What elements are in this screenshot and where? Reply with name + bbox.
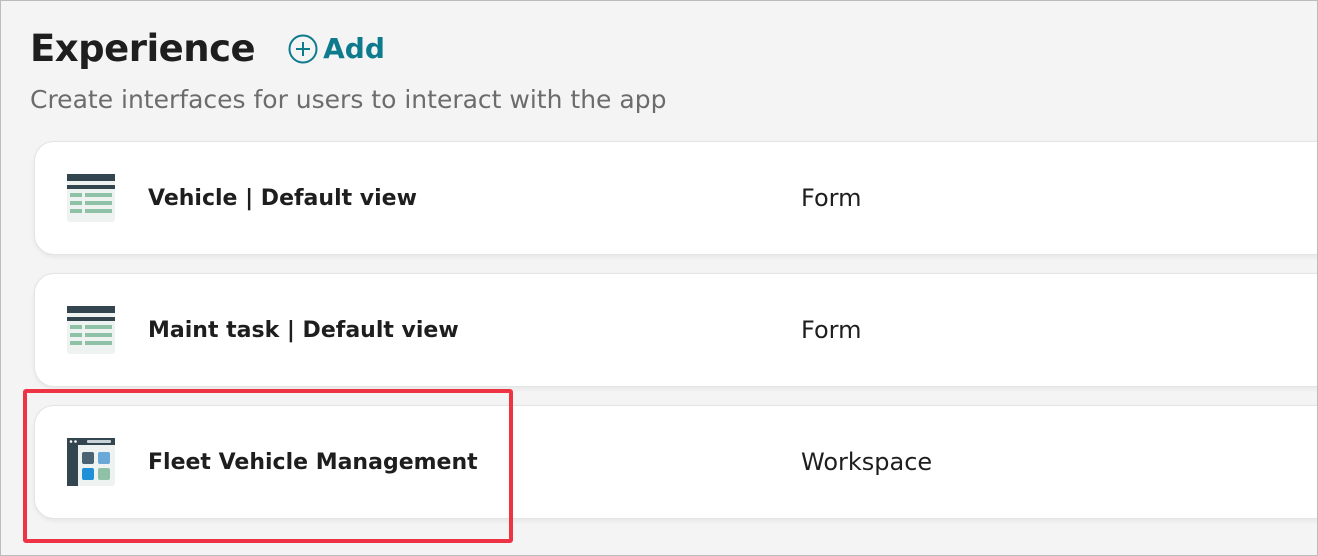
page-subtitle: Create interfaces for users to interact … <box>30 85 667 114</box>
plus-circle-icon <box>287 33 319 65</box>
experience-panel: Experience Add Create interfaces for use… <box>0 0 1318 556</box>
form-view-icon <box>67 306 115 354</box>
experience-type: Workspace <box>801 448 933 476</box>
experience-name: Vehicle | Default view <box>148 185 417 211</box>
experience-name: Fleet Vehicle Management <box>148 449 478 475</box>
page-title: Experience <box>30 27 256 70</box>
form-view-icon <box>67 174 115 222</box>
add-experience-button[interactable]: Add <box>287 32 385 65</box>
experience-card-maint-task[interactable]: Maint task | Default view Form <box>34 273 1317 387</box>
experience-type: Form <box>801 184 862 212</box>
experience-type: Form <box>801 316 862 344</box>
workspace-icon <box>67 438 115 486</box>
experience-name: Maint task | Default view <box>148 317 459 343</box>
page-header: Experience Add <box>30 27 385 70</box>
experience-card-fleet-vehicle-management[interactable]: Fleet Vehicle Management Workspace <box>34 405 1317 519</box>
add-label: Add <box>323 32 385 65</box>
experience-card-vehicle[interactable]: Vehicle | Default view Form <box>34 141 1317 255</box>
